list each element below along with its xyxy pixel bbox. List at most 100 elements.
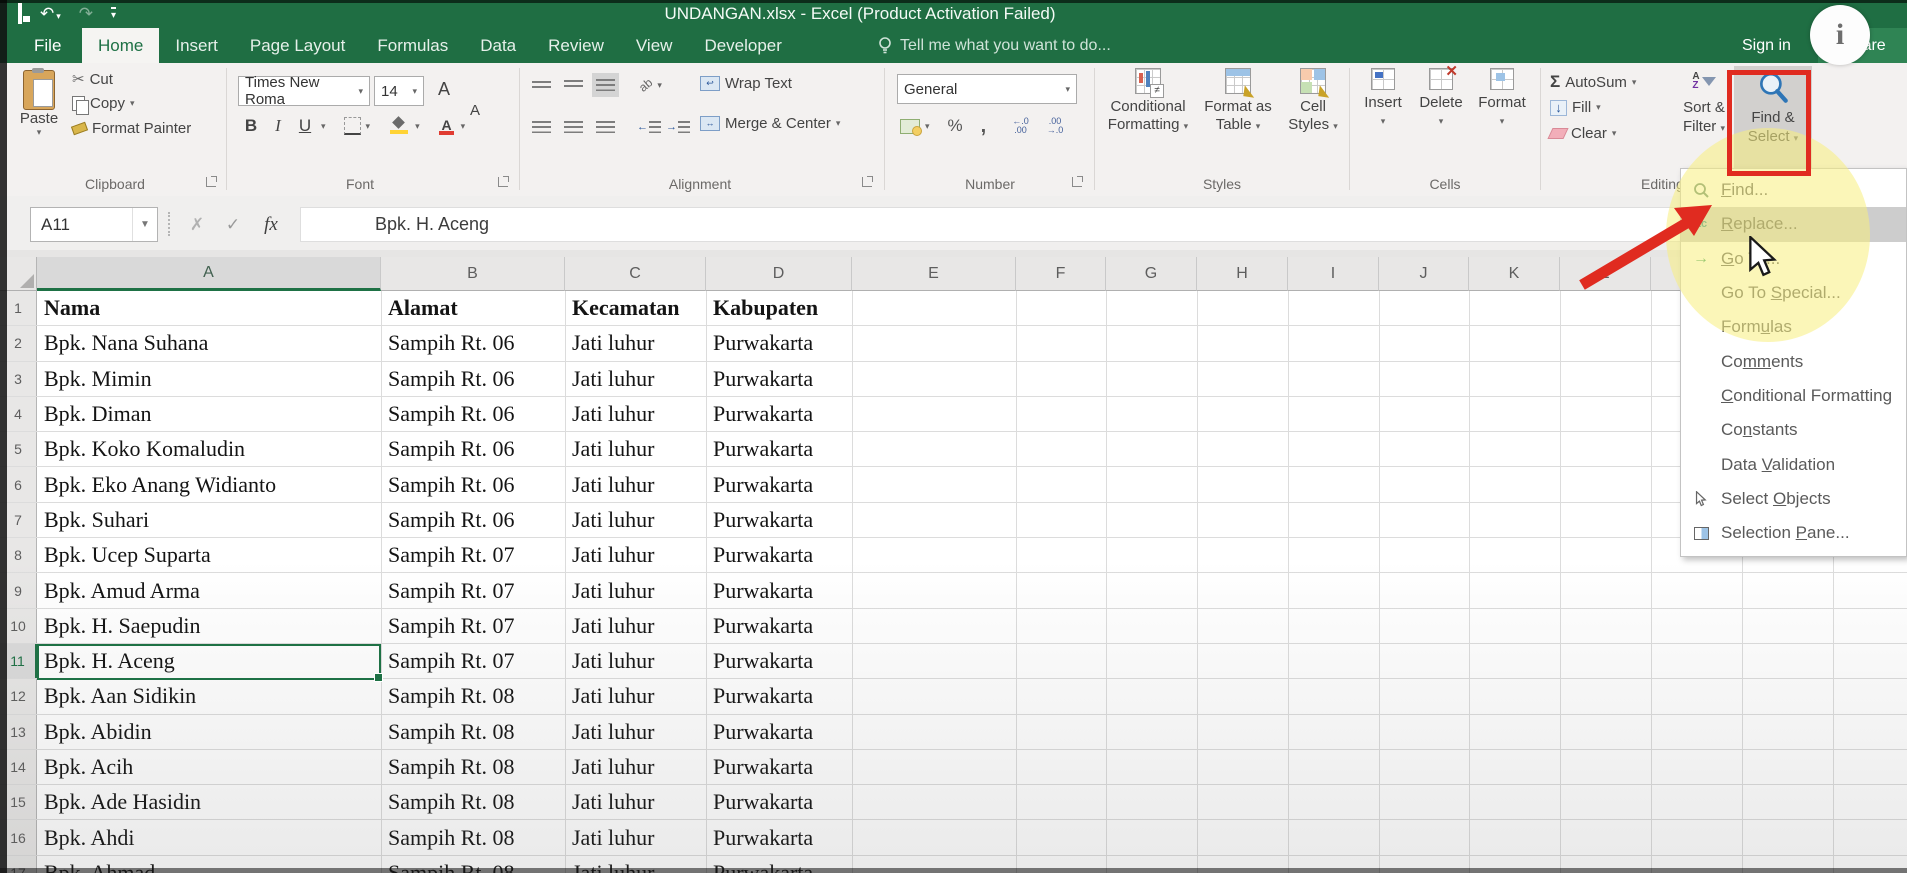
bottom-align-button[interactable] [592, 73, 619, 97]
cell-kabupaten[interactable]: Purwakarta [706, 820, 852, 854]
top-align-button[interactable] [528, 73, 555, 97]
cell-alamat[interactable]: Sampih Rt. 06 [381, 362, 565, 396]
cell-alamat[interactable]: Sampih Rt. 06 [381, 432, 565, 466]
underline-button[interactable]: U [294, 116, 316, 136]
cell-kabupaten[interactable]: Purwakarta [706, 573, 852, 607]
format-cells-button[interactable]: Format ▾ [1474, 68, 1530, 127]
menu-item[interactable]: Selection Pane... [1681, 516, 1906, 550]
column-header[interactable]: K [1469, 257, 1560, 291]
cell-kecamatan[interactable]: Jati luhur [565, 362, 706, 396]
format-as-table-button[interactable]: Format as Table ▾ [1198, 68, 1278, 135]
cell-nama[interactable]: Nama [37, 291, 381, 325]
decrease-indent-icon[interactable]: ← [637, 121, 661, 133]
cell-kabupaten[interactable]: Purwakarta [706, 326, 852, 360]
ribbon-tab[interactable]: Data [464, 28, 532, 63]
cell-kabupaten[interactable]: Purwakarta [706, 467, 852, 501]
fill-button[interactable]: ↓ Fill ▾ [1550, 99, 1601, 116]
cancel-icon[interactable]: ✗ [180, 207, 214, 242]
menu-item[interactable]: Comments [1681, 344, 1906, 378]
number-format-combo[interactable]: General ▾ [897, 74, 1077, 104]
cell-kecamatan[interactable]: Jati luhur [565, 644, 706, 678]
formula-bar-handle[interactable] [168, 212, 170, 236]
cell-alamat[interactable]: Sampih Rt. 06 [381, 326, 565, 360]
cell-kecamatan[interactable]: Jati luhur [565, 679, 706, 713]
column-header[interactable]: J [1379, 257, 1469, 291]
ribbon-tab[interactable]: Page Layout [234, 28, 361, 63]
font-name-combo[interactable]: Times New Roma ▾ [238, 74, 370, 108]
ribbon-tab[interactable]: Developer [688, 28, 798, 63]
customize-qat-icon[interactable]: ▾ [111, 5, 117, 23]
cell-kabupaten[interactable]: Purwakarta [706, 750, 852, 784]
cell-kabupaten[interactable]: Purwakarta [706, 609, 852, 643]
cut-button[interactable]: ✂ Cut [72, 70, 113, 89]
cell-nama[interactable]: Bpk. H. Saepudin [37, 609, 381, 643]
wrap-text-button[interactable]: ↩ Wrap Text [700, 75, 792, 92]
tell-me-box[interactable]: Tell me what you want to do... [878, 28, 1111, 63]
column-header[interactable]: F [1016, 257, 1106, 291]
cell-nama[interactable]: Bpk. Suhari [37, 503, 381, 537]
cell-nama[interactable]: Bpk. Abidin [37, 715, 381, 749]
cell-kecamatan[interactable]: Jati luhur [565, 609, 706, 643]
menu-item[interactable]: Data Validation [1681, 447, 1906, 481]
redo-icon[interactable]: ↷ [79, 5, 93, 24]
cell-alamat[interactable]: Sampih Rt. 06 [381, 503, 565, 537]
alignment-dialog-launcher-icon[interactable] [862, 177, 872, 187]
cell-alamat[interactable]: Sampih Rt. 07 [381, 609, 565, 643]
cell-nama[interactable]: Bpk. Amud Arma [37, 573, 381, 607]
cell-kecamatan[interactable]: Jati luhur [565, 750, 706, 784]
increase-indent-icon[interactable]: → [666, 121, 690, 133]
accounting-format-icon[interactable] [900, 118, 922, 136]
column-header[interactable]: I [1288, 257, 1379, 291]
cell-alamat[interactable]: Sampih Rt. 08 [381, 785, 565, 819]
cell-kabupaten[interactable]: Purwakarta [706, 644, 852, 678]
borders-icon[interactable] [343, 117, 361, 135]
cell-kabupaten[interactable]: Purwakarta [706, 715, 852, 749]
cell-kabupaten[interactable]: Purwakarta [706, 503, 852, 537]
align-left-button[interactable] [528, 115, 555, 139]
cell-alamat[interactable]: Alamat [381, 291, 565, 325]
save-icon[interactable] [18, 3, 22, 24]
cell-kecamatan[interactable]: Jati luhur [565, 326, 706, 360]
cell-nama[interactable]: Bpk. Acih [37, 750, 381, 784]
insert-function-icon[interactable]: fx [254, 207, 288, 242]
column-header[interactable]: H [1197, 257, 1288, 291]
ribbon-tab[interactable]: View [620, 28, 689, 63]
paste-button[interactable]: Paste ▾ [12, 68, 66, 168]
percent-style-button[interactable]: % [948, 116, 963, 136]
column-header[interactable]: C [565, 257, 706, 291]
cell-kecamatan[interactable]: Jati luhur [565, 503, 706, 537]
cell-nama[interactable]: Bpk. Koko Komaludin [37, 432, 381, 466]
enter-icon[interactable]: ✓ [216, 207, 250, 242]
cell-kecamatan[interactable]: Jati luhur [565, 820, 706, 854]
decrease-decimal-icon[interactable]: .00 →.0 [1047, 117, 1064, 135]
increase-decimal-icon[interactable]: ←.0 .00 [1012, 117, 1029, 135]
cell-nama[interactable]: Bpk. Nana Suhana [37, 326, 381, 360]
sign-in-button[interactable]: Sign in [1742, 28, 1791, 63]
cell-nama[interactable]: Bpk. Mimin [37, 362, 381, 396]
cell-kecamatan[interactable]: Jati luhur [565, 538, 706, 572]
cell-nama[interactable]: Bpk. Aan Sidikin [37, 679, 381, 713]
cell-alamat[interactable]: Sampih Rt. 07 [381, 538, 565, 572]
insert-cells-button[interactable]: Insert ▾ [1358, 68, 1408, 127]
format-painter-button[interactable]: Format Painter [70, 120, 191, 137]
cell-kabupaten[interactable]: Purwakarta [706, 538, 852, 572]
cell-alamat[interactable]: Sampih Rt. 08 [381, 820, 565, 854]
cell-kecamatan[interactable]: Jati luhur [565, 432, 706, 466]
cell-alamat[interactable]: Sampih Rt. 07 [381, 644, 565, 678]
ribbon-tab[interactable]: Insert [159, 28, 234, 63]
orientation-icon[interactable]: ab [636, 75, 655, 94]
cell-kabupaten[interactable]: Purwakarta [706, 432, 852, 466]
comma-style-button[interactable]: , [981, 116, 987, 136]
cell-nama[interactable]: Bpk. Diman [37, 397, 381, 431]
cell-kabupaten[interactable]: Purwakarta [706, 679, 852, 713]
tab-file[interactable]: File [16, 28, 79, 63]
column-header[interactable]: D [706, 257, 852, 291]
selected-cell-outline[interactable] [37, 644, 383, 682]
copy-button[interactable]: Copy ▾ [72, 95, 135, 115]
column-header[interactable]: G [1106, 257, 1197, 291]
cell-nama[interactable]: Bpk. Ahdi [37, 820, 381, 854]
column-header[interactable]: E [852, 257, 1016, 291]
cell-alamat[interactable]: Sampih Rt. 06 [381, 397, 565, 431]
cell-kecamatan[interactable]: Kecamatan [565, 291, 706, 325]
conditional-formatting-button[interactable]: ≠ Conditional Formatting ▾ [1102, 68, 1194, 135]
